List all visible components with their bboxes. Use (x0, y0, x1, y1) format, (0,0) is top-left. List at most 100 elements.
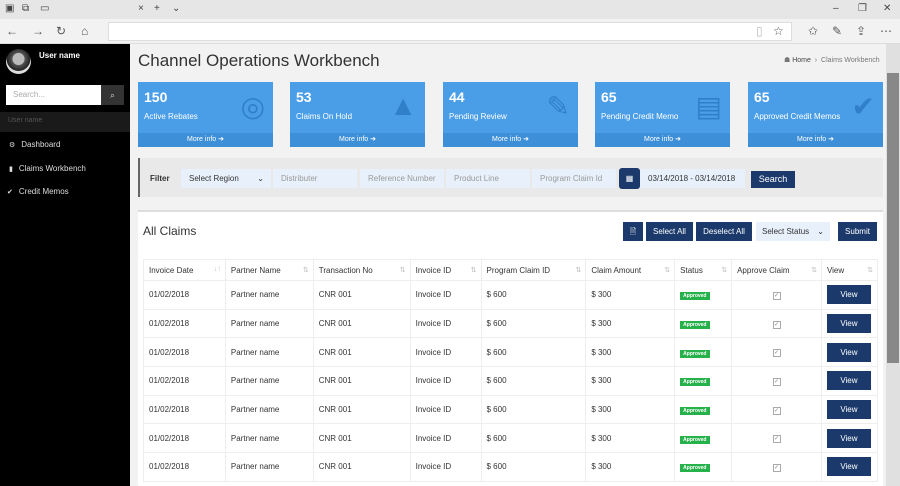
cell-program: $ 600 (480, 366, 587, 396)
cell-amount: $ 300 (585, 308, 676, 339)
approve-checkbox[interactable]: ✓ (772, 377, 781, 386)
forward-icon[interactable]: → (32, 24, 44, 38)
date-range-input[interactable]: 03/14/2018 - 03/14/2018 (640, 169, 745, 188)
more-info-link[interactable]: More info ➜ (443, 133, 578, 147)
distributer-input[interactable]: Distributer (273, 169, 357, 188)
breadcrumb-home[interactable]: Home (792, 57, 811, 64)
approve-checkbox[interactable]: ✓ (772, 463, 781, 472)
back-icon[interactable]: ← (6, 24, 18, 38)
table-row: 01/02/2018 Partner name CNR 001 Invoice ID $… (143, 280, 879, 310)
column-header[interactable]: Program Claim ID ⇅ (480, 259, 587, 281)
check-circle-icon: ✔ (851, 91, 875, 122)
deselect-all-button[interactable]: Deselect All (696, 222, 752, 241)
username: User name (39, 51, 80, 60)
more-info-link[interactable]: More info ➜ (595, 133, 730, 147)
view-button[interactable]: View (826, 428, 871, 448)
claims-table: Invoice Date ↓↑ Partner Name ⇅ Transaction N… (143, 259, 879, 482)
select-all-button[interactable]: Select All (646, 222, 693, 241)
sidebar-item-label: Credit Memos (18, 187, 69, 196)
approve-checkbox[interactable]: ✓ (772, 291, 781, 300)
calendar-icon[interactable]: ▦ (619, 168, 640, 189)
status-badge: Approved (680, 435, 710, 444)
status-badge: Approved (680, 321, 710, 330)
document-icon: ▤ (695, 91, 722, 122)
view-button[interactable]: View (826, 314, 871, 334)
status-badge: Approved (680, 378, 710, 387)
share-icon[interactable]: ⇪ (856, 24, 866, 38)
more-info-link[interactable]: More info ➜ (290, 133, 425, 147)
column-header[interactable]: View ⇅ (820, 259, 879, 281)
cell-program: $ 600 (480, 423, 587, 454)
cell-txn: CNR 001 (312, 280, 411, 310)
more-icon[interactable]: ⋯ (880, 24, 892, 38)
cell-txn: CNR 001 (312, 423, 411, 454)
reading-view-icon[interactable]: ▯ (756, 24, 763, 38)
sidebar-section-label: User name (0, 112, 130, 132)
window-close-icon[interactable]: ✕ (883, 3, 891, 14)
chevron-down-icon: ⌄ (817, 227, 824, 236)
card-label: Active Rebates (144, 112, 198, 121)
sidebar-item-credit-memos[interactable]: ✔ Credit Memos (7, 187, 69, 196)
close-tab-icon[interactable]: × (138, 3, 144, 14)
more-info-link[interactable]: More info ➜ (138, 133, 273, 147)
sidebar-item-label: Claims Workbench (18, 164, 86, 173)
home-icon[interactable]: ⌂ (81, 24, 88, 38)
view-button[interactable]: View (826, 400, 871, 420)
tabs-icon[interactable]: ▣ (5, 3, 14, 14)
sidebar: User name Search... ⌕ User name ⚙ Dashboa… (0, 44, 130, 486)
view-button[interactable]: View (826, 285, 871, 305)
minimize-icon[interactable]: – (833, 3, 839, 14)
program-claim-id-input[interactable]: Program Claim Id (532, 169, 616, 188)
cell-date: 01/02/2018 (143, 337, 226, 368)
export-file-icon[interactable]: 🗎 (623, 222, 643, 241)
card-pending-review: 44 Pending Review ✎ More info ➜ (443, 82, 578, 147)
pen-icon[interactable]: ✎ (832, 24, 842, 38)
home-icon: ☗ (784, 57, 793, 64)
status-select[interactable]: Select Status ⌄ (756, 222, 830, 241)
set-aside-tabs-icon[interactable]: ⧉ (22, 3, 29, 14)
column-header[interactable]: Transaction No ⇅ (312, 259, 411, 281)
view-button[interactable]: View (826, 371, 871, 391)
search-icon[interactable]: ⌕ (101, 85, 124, 105)
column-header[interactable]: Invoice Date ↓↑ (143, 259, 226, 281)
table-row: 01/02/2018 Partner name CNR 001 Invoice ID $… (143, 452, 879, 482)
favorites-icon[interactable]: ✩ (808, 24, 818, 38)
more-info-link[interactable]: More info ➜ (748, 133, 883, 147)
new-tab-icon[interactable]: + (154, 3, 160, 14)
column-header[interactable]: Partner Name ⇅ (224, 259, 314, 281)
region-select[interactable]: Select Region ⌄ (181, 169, 271, 188)
column-header[interactable]: Approve Claim ⇅ (731, 259, 822, 281)
approve-checkbox[interactable]: ✓ (772, 320, 781, 329)
column-header[interactable]: Invoice ID ⇅ (409, 259, 482, 281)
window-icon[interactable]: ▭ (40, 3, 49, 14)
sidebar-item-claims-workbench[interactable]: ▮ Claims Workbench (9, 164, 86, 173)
refresh-icon[interactable]: ↻ (56, 24, 66, 38)
column-header[interactable]: Claim Amount ⇅ (585, 259, 676, 281)
sidebar-item-dashboard[interactable]: ⚙ Dashboard (9, 140, 60, 149)
column-header[interactable]: Status ⇅ (674, 259, 733, 281)
tab-menu-icon[interactable]: ⌄ (172, 3, 180, 14)
claims-title: All Claims (143, 224, 197, 238)
reference-number-input[interactable]: Reference Number (360, 169, 444, 188)
search-button[interactable]: Search (751, 171, 795, 188)
sidebar-search-input[interactable]: Search... (6, 85, 101, 105)
view-button[interactable]: View (826, 342, 871, 362)
approve-checkbox[interactable]: ✓ (772, 349, 781, 358)
scrollbar-thumb[interactable] (887, 73, 899, 363)
submit-button[interactable]: Submit (838, 222, 877, 241)
address-bar[interactable] (108, 22, 792, 41)
chevron-down-icon: ⌄ (257, 174, 264, 183)
sort-icon: ⇅ (664, 267, 671, 274)
product-line-input[interactable]: Product Line (446, 169, 530, 188)
view-button[interactable]: View (826, 457, 871, 477)
cell-date: 01/02/2018 (143, 423, 226, 454)
status-badge: Approved (680, 349, 710, 358)
favorite-star-icon[interactable]: ☆ (773, 24, 784, 38)
card-value: 44 (449, 89, 465, 105)
cell-amount: $ 300 (585, 423, 676, 454)
approve-checkbox[interactable]: ✓ (772, 435, 781, 444)
claims-panel: All Claims 🗎 Select All Deselect All Sel… (138, 210, 883, 486)
maximize-icon[interactable]: ❐ (858, 3, 867, 14)
approve-checkbox[interactable]: ✓ (772, 406, 781, 415)
sidebar-item-label: Dashboard (21, 140, 61, 149)
